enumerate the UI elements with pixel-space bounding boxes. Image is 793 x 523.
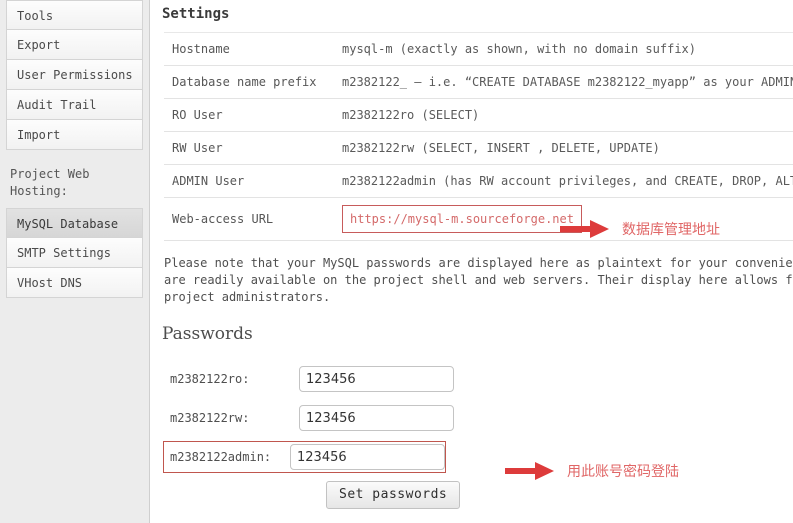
row-label-ro-user: RO User: [172, 107, 223, 122]
table-row: RW User m2382122rw (SELECT, INSERT , DEL…: [164, 132, 793, 165]
sidebar-item-mysql-database[interactable]: MySQL Database: [6, 208, 143, 238]
row-label-web-access-url: Web-access URL: [172, 211, 274, 226]
sidebar: Tools Export User Permissions Audit Trai…: [0, 0, 150, 523]
sidebar-item-export[interactable]: Export: [6, 30, 143, 60]
table-row: RO User m2382122ro (SELECT): [164, 99, 793, 132]
sidebar-group-heading: Project Web Hosting:: [10, 167, 90, 198]
sidebar-item-import[interactable]: Import: [6, 120, 143, 150]
web-access-url-link[interactable]: https://mysql-m.sourceforge.net: [342, 205, 582, 233]
row-value-ro-user: m2382122ro (SELECT): [342, 108, 480, 122]
row-label-database-name-prefix: Database name prefix: [172, 74, 317, 89]
password-label-ro: m2382122ro:: [170, 372, 250, 386]
main-content: Settings Hostname mysql-m (exactly as sh…: [150, 0, 793, 523]
sidebar-item-user-permissions[interactable]: User Permissions: [6, 60, 143, 90]
password-label-rw: m2382122rw:: [170, 411, 250, 425]
row-value-hostname: mysql-m (exactly as shown, with no domai…: [342, 42, 697, 56]
sidebar-item-vhost-dns[interactable]: VHost DNS: [6, 268, 143, 298]
password-input-rw[interactable]: [299, 405, 454, 431]
password-row-rw: m2382122rw:: [164, 403, 454, 433]
sidebar-item-smtp-settings[interactable]: SMTP Settings: [6, 238, 143, 268]
password-input-admin[interactable]: [290, 444, 445, 470]
row-value-admin-user: m2382122admin (has RW account privileges…: [342, 174, 793, 188]
row-label-admin-user: ADMIN User: [172, 173, 245, 188]
table-row: Web-access URL https://mysql-m.sourcefor…: [164, 198, 793, 241]
sidebar-item-audit-trail[interactable]: Audit Trail: [6, 90, 143, 120]
page-title: Settings: [162, 6, 230, 22]
row-label-hostname: Hostname: [172, 41, 230, 56]
sidebar-hosting-group: MySQL Database SMTP Settings VHost DNS: [0, 208, 149, 298]
sidebar-tools-group: Tools Export User Permissions Audit Trai…: [0, 0, 149, 150]
plaintext-password-note: Please note that your MySQL passwords ar…: [164, 256, 793, 304]
row-value-database-name-prefix: m2382122_ — i.e. “CREATE DATABASE m23821…: [342, 75, 793, 89]
sidebar-item-tools[interactable]: Tools: [6, 0, 143, 30]
row-value-rw-user: m2382122rw (SELECT, INSERT , DELETE, UPD…: [342, 141, 660, 155]
set-passwords-button[interactable]: Set passwords: [326, 481, 461, 509]
row-label-rw-user: RW User: [172, 140, 223, 155]
password-row-ro: m2382122ro:: [164, 364, 454, 394]
page-root: Tools Export User Permissions Audit Trai…: [0, 0, 793, 523]
row-value-web-access-url: https://mysql-m.sourceforge.net: [338, 198, 793, 241]
passwords-form: m2382122ro: m2382122rw: m2382122admin: S…: [162, 364, 793, 509]
password-row-admin: m2382122admin:: [163, 441, 446, 473]
password-label-admin: m2382122admin:: [170, 450, 272, 464]
passwords-heading: Passwords: [162, 324, 253, 344]
settings-table: Hostname mysql-m (exactly as shown, with…: [164, 32, 793, 241]
password-input-ro[interactable]: [299, 366, 454, 392]
table-row: Hostname mysql-m (exactly as shown, with…: [164, 32, 793, 66]
table-row: Database name prefix m2382122_ — i.e. “C…: [164, 66, 793, 99]
set-passwords-row: Set passwords: [326, 481, 793, 509]
table-row: ADMIN User m2382122admin (has RW account…: [164, 165, 793, 198]
